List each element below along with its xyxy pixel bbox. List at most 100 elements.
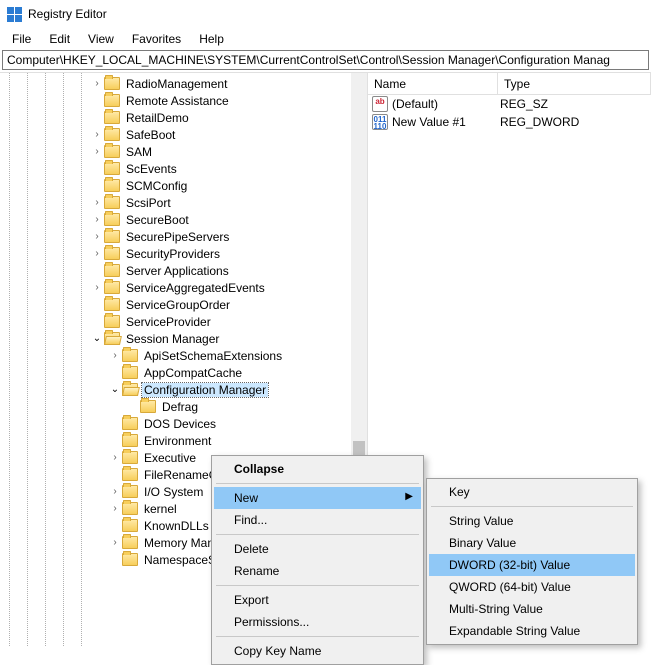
ctx-new[interactable]: New ▶: [214, 487, 421, 509]
value-row[interactable]: ab(Default)REG_SZ: [368, 95, 651, 113]
tree-node[interactable]: ServiceGroupOrder: [0, 296, 367, 313]
folder-icon: [140, 400, 156, 413]
ctx-permissions[interactable]: Permissions...: [214, 611, 421, 633]
tree-node[interactable]: Remote Assistance: [0, 92, 367, 109]
folder-icon: [104, 179, 120, 192]
expander-icon[interactable]: ›: [108, 350, 122, 361]
address-bar[interactable]: Computer\HKEY_LOCAL_MACHINE\SYSTEM\Curre…: [2, 50, 649, 70]
tree-node-label: Server Applications: [124, 264, 231, 278]
expander-icon[interactable]: ›: [108, 486, 122, 497]
folder-icon: [104, 247, 120, 260]
folder-icon: [122, 383, 138, 396]
folder-icon: [104, 230, 120, 243]
expander-icon[interactable]: ›: [108, 503, 122, 514]
tree-node[interactable]: RetailDemo: [0, 109, 367, 126]
menu-help[interactable]: Help: [191, 30, 232, 48]
tree-node[interactable]: Environment: [0, 432, 367, 449]
tree-node-label: ServiceProvider: [124, 315, 213, 329]
tree-node[interactable]: › SafeBoot: [0, 126, 367, 143]
window-title: Registry Editor: [28, 7, 107, 21]
tree-node[interactable]: AppCompatCache: [0, 364, 367, 381]
tree-node[interactable]: ›ScsiPort: [0, 194, 367, 211]
tree-node[interactable]: ServiceProvider: [0, 313, 367, 330]
tree-node-label: ServiceAggregatedEvents: [124, 281, 267, 295]
tree-node[interactable]: ›SecurePipeServers: [0, 228, 367, 245]
tree-node[interactable]: ⌄Session Manager: [0, 330, 367, 347]
context-submenu-new[interactable]: Key String Value Binary Value DWORD (32-…: [426, 478, 638, 645]
folder-icon: [104, 162, 120, 175]
tree-node[interactable]: ›RadioManagement: [0, 75, 367, 92]
ctx-rename[interactable]: Rename: [214, 560, 421, 582]
tree-node[interactable]: Server Applications: [0, 262, 367, 279]
tree-node[interactable]: › SecurityProviders: [0, 245, 367, 262]
dword-value-icon: 011 110: [372, 114, 388, 130]
tree-node[interactable]: DOS Devices: [0, 415, 367, 432]
ctx-delete[interactable]: Delete: [214, 538, 421, 560]
tree-node-label: Executive: [142, 451, 198, 465]
folder-icon: [122, 349, 138, 362]
tree-node-label: SecurityProviders: [124, 247, 222, 261]
ctx-export[interactable]: Export: [214, 589, 421, 611]
col-name[interactable]: Name: [368, 73, 498, 94]
folder-icon: [104, 213, 120, 226]
tree-node[interactable]: › SAM: [0, 143, 367, 160]
sub-qword[interactable]: QWORD (64-bit) Value: [429, 576, 635, 598]
sub-string[interactable]: String Value: [429, 510, 635, 532]
menu-edit[interactable]: Edit: [41, 30, 78, 48]
expander-icon[interactable]: ›: [90, 129, 104, 140]
menu-favorites[interactable]: Favorites: [124, 30, 189, 48]
col-type[interactable]: Type: [498, 73, 651, 94]
ctx-new-label: New: [234, 491, 258, 505]
folder-icon: [104, 315, 120, 328]
string-value-icon: ab: [372, 96, 388, 112]
expander-icon[interactable]: ›: [90, 146, 104, 157]
tree-node-label: KnownDLLs: [142, 519, 211, 533]
tree-node-label: SAM: [124, 145, 154, 159]
tree-node[interactable]: ⌄Configuration Manager: [0, 381, 367, 398]
folder-icon: [122, 485, 138, 498]
folder-icon: [122, 519, 138, 532]
expander-icon[interactable]: ›: [108, 452, 122, 463]
tree-node[interactable]: Defrag: [0, 398, 367, 415]
tree-node[interactable]: › ServiceAggregatedEvents: [0, 279, 367, 296]
expander-icon[interactable]: ›: [90, 248, 104, 259]
folder-icon: [104, 111, 120, 124]
separator: [216, 483, 419, 484]
expander-icon[interactable]: ›: [90, 214, 104, 225]
menu-file[interactable]: File: [4, 30, 39, 48]
expander-icon[interactable]: ›: [90, 282, 104, 293]
sub-binary[interactable]: Binary Value: [429, 532, 635, 554]
tree-node[interactable]: › ApiSetSchemaExtensions: [0, 347, 367, 364]
expander-icon[interactable]: ›: [90, 231, 104, 242]
folder-icon: [104, 128, 120, 141]
folder-icon: [122, 366, 138, 379]
sub-multistring[interactable]: Multi-String Value: [429, 598, 635, 620]
tree-node-label: RetailDemo: [124, 111, 191, 125]
tree-node-label: SafeBoot: [124, 128, 177, 142]
tree-node-label: ApiSetSchemaExtensions: [142, 349, 284, 363]
value-name: (Default): [392, 97, 500, 111]
sub-expandable[interactable]: Expandable String Value: [429, 620, 635, 642]
folder-icon: [104, 77, 120, 90]
sub-key[interactable]: Key: [429, 481, 635, 503]
context-menu[interactable]: Collapse New ▶ Find... Delete Rename Exp…: [211, 455, 424, 665]
tree-node-label: I/O System: [142, 485, 205, 499]
expander-icon[interactable]: ⌄: [108, 384, 122, 395]
tree-node[interactable]: SCMConfig: [0, 177, 367, 194]
expander-icon[interactable]: ›: [90, 197, 104, 208]
ctx-copy-key-name[interactable]: Copy Key Name: [214, 640, 421, 662]
ctx-collapse[interactable]: Collapse: [214, 458, 421, 480]
value-name: New Value #1: [392, 115, 500, 129]
tree-node-label: Remote Assistance: [124, 94, 231, 108]
expander-icon[interactable]: ›: [90, 78, 104, 89]
tree-node-label: SCMConfig: [124, 179, 189, 193]
values-header[interactable]: Name Type: [368, 73, 651, 95]
tree-node[interactable]: ›SecureBoot: [0, 211, 367, 228]
sub-dword[interactable]: DWORD (32-bit) Value: [429, 554, 635, 576]
expander-icon[interactable]: ⌄: [90, 333, 104, 344]
value-row[interactable]: 011 110New Value #1REG_DWORD: [368, 113, 651, 131]
tree-node[interactable]: ScEvents: [0, 160, 367, 177]
ctx-find[interactable]: Find...: [214, 509, 421, 531]
expander-icon[interactable]: ›: [108, 537, 122, 548]
menu-view[interactable]: View: [80, 30, 122, 48]
